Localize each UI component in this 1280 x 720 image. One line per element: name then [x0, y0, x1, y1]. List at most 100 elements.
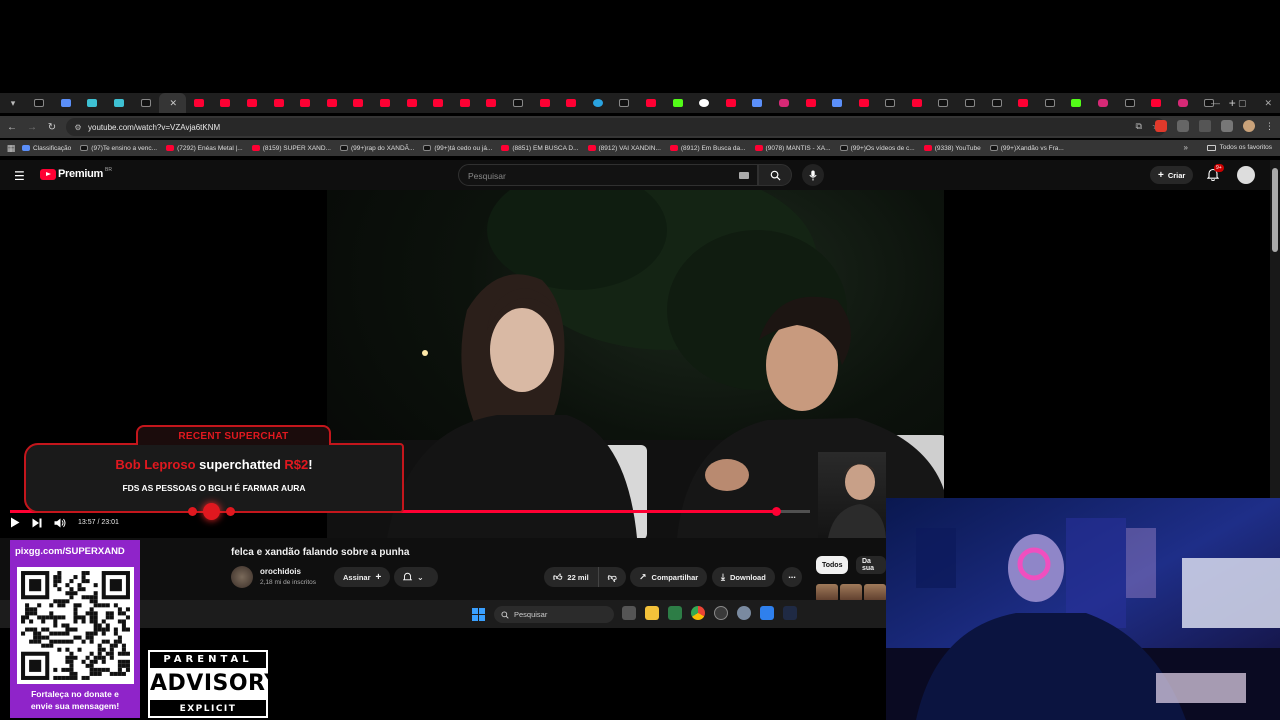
file-explorer-icon[interactable] — [645, 606, 659, 620]
browser-tab[interactable] — [505, 93, 532, 113]
browser-tab[interactable] — [132, 93, 159, 113]
browser-tab[interactable] — [478, 93, 505, 113]
windows-start-icon[interactable] — [472, 608, 485, 621]
browser-tab[interactable] — [79, 93, 106, 113]
play-icon[interactable] — [10, 517, 20, 528]
browser-tab[interactable] — [1170, 93, 1197, 113]
store-icon[interactable] — [668, 606, 682, 620]
browser-tab[interactable] — [664, 93, 691, 113]
donation-qr-code[interactable] — [17, 567, 134, 684]
browser-tab[interactable] — [717, 93, 744, 113]
volume-icon[interactable] — [54, 518, 66, 528]
account-avatar[interactable] — [1237, 166, 1255, 184]
search-input[interactable]: Pesquisar — [458, 164, 758, 186]
bookmark-item[interactable]: (8159) SUPER XAND... — [251, 145, 331, 152]
donation-url[interactable]: pixgg.com/SUPERXAND — [10, 546, 140, 557]
profile-avatar-icon[interactable] — [1243, 120, 1255, 132]
share-button[interactable]: ↗ Compartilhar — [630, 567, 708, 587]
address-bar[interactable]: ⚙ youtube.com/watch?v=VZAvja6tKNM ⧉ ☆ — [66, 118, 1166, 136]
more-actions-button[interactable]: ⋯ — [782, 567, 802, 587]
browser-tab[interactable] — [212, 93, 239, 113]
browser-tab[interactable] — [239, 93, 266, 113]
bookmark-item[interactable]: Classificação — [22, 145, 71, 152]
bookmark-item[interactable]: (99+)tá cedo ou já... — [423, 145, 492, 152]
minimize-icon[interactable]: — — [1211, 98, 1220, 108]
menu-icon[interactable]: ☰ — [14, 169, 25, 183]
browser-tab[interactable] — [265, 93, 292, 113]
browser-tab[interactable] — [1116, 93, 1143, 113]
voice-search-button[interactable] — [802, 164, 824, 186]
chip-all[interactable]: Todos — [816, 556, 849, 574]
forward-icon[interactable]: → — [22, 122, 42, 133]
tab-close-icon[interactable]: ✕ — [169, 98, 177, 109]
browser-tab[interactable] — [771, 93, 798, 113]
bookmark-item[interactable]: (99+)rap do XANDÃ... — [339, 145, 414, 152]
browser-tab[interactable] — [1143, 93, 1170, 113]
next-icon[interactable] — [32, 518, 42, 528]
browser-tab[interactable] — [531, 93, 558, 113]
browser-tab[interactable] — [186, 93, 213, 113]
browser-tab[interactable] — [744, 93, 771, 113]
steam-icon[interactable] — [783, 606, 797, 620]
browser-tab[interactable] — [1090, 93, 1117, 113]
browser-tab[interactable] — [584, 93, 611, 113]
browser-tab[interactable] — [877, 93, 904, 113]
bookmark-item[interactable]: (99+)Xandão vs Fra... — [989, 145, 1064, 152]
browser-tab[interactable] — [1037, 93, 1064, 113]
task-view-icon[interactable] — [622, 606, 636, 620]
extension-grey-icon[interactable] — [1177, 120, 1189, 132]
youtube-logo[interactable]: Premium BR — [40, 167, 112, 180]
settings-icon[interactable] — [737, 606, 751, 620]
download-button[interactable]: ⤓ Download — [712, 567, 775, 587]
all-bookmarks-button[interactable]: Todos os favoritos — [1206, 144, 1272, 151]
obs-icon[interactable] — [714, 606, 728, 620]
bookmark-item[interactable]: (97)Te ensino a venc... — [80, 145, 157, 152]
channel-avatar[interactable] — [231, 566, 253, 588]
browser-tab[interactable] — [691, 93, 718, 113]
browser-tab[interactable] — [292, 93, 319, 113]
bookmark-item[interactable]: (8851) EM BUSCA D... — [501, 145, 579, 152]
browser-tab[interactable] — [425, 93, 452, 113]
browser-tab[interactable] — [957, 93, 984, 113]
browser-tab[interactable] — [345, 93, 372, 113]
chip-from-channel[interactable]: Da sua — [856, 556, 886, 574]
bookmark-item[interactable]: (8912) VAI XANDIN... — [587, 145, 661, 152]
browser-tab[interactable] — [372, 93, 399, 113]
browser-tab[interactable] — [904, 93, 931, 113]
bookmark-item[interactable]: (9338) YouTube — [923, 145, 981, 152]
chrome-icon[interactable] — [691, 606, 705, 620]
app-blue-icon[interactable] — [760, 606, 774, 620]
browser-tab[interactable] — [930, 93, 957, 113]
browser-tab[interactable] — [824, 93, 851, 113]
browser-tab[interactable] — [638, 93, 665, 113]
reload-icon[interactable]: ↻ — [42, 122, 62, 133]
subscribe-button[interactable]: Assinar + — [334, 567, 391, 587]
more-bookmarks-icon[interactable]: » — [1184, 143, 1188, 152]
extension-red-icon[interactable] — [1155, 120, 1167, 132]
browser-tab[interactable] — [26, 93, 53, 113]
search-button[interactable] — [758, 164, 792, 186]
browser-tab[interactable]: ✕ — [158, 93, 186, 113]
browser-tab[interactable] — [1063, 93, 1090, 113]
maximize-icon[interactable]: ▢ — [1238, 98, 1247, 109]
browser-tab[interactable] — [398, 93, 425, 113]
browser-tab[interactable] — [850, 93, 877, 113]
browser-tab[interactable] — [611, 93, 638, 113]
channel-name[interactable]: orochidois — [260, 567, 301, 576]
taskbar-search[interactable]: Pesquisar — [494, 606, 614, 623]
apps-grid-icon[interactable]: ▦ — [0, 143, 22, 154]
bookmark-item[interactable]: (7292) Enéas Metal |... — [166, 145, 243, 152]
bookmark-item[interactable]: (9078) MANTIS - XA... — [754, 145, 831, 152]
notification-settings-button[interactable]: ⌄ — [394, 567, 438, 587]
create-button[interactable]: + Criar — [1150, 166, 1194, 184]
browser-tab[interactable] — [53, 93, 80, 113]
bookmark-item[interactable]: (99+)Os vídeos de c... — [839, 145, 915, 152]
browser-menu-icon[interactable]: ⋮ — [1265, 121, 1274, 132]
browser-tab[interactable] — [558, 93, 585, 113]
reading-list-icon[interactable] — [1221, 120, 1233, 132]
extensions-puzzle-icon[interactable] — [1199, 120, 1211, 132]
browser-tab[interactable] — [983, 93, 1010, 113]
browser-tab[interactable] — [319, 93, 346, 113]
site-info-icon[interactable]: ⚙ — [70, 123, 86, 132]
bookmark-item[interactable]: (8912) Em Busca da... — [669, 145, 746, 152]
